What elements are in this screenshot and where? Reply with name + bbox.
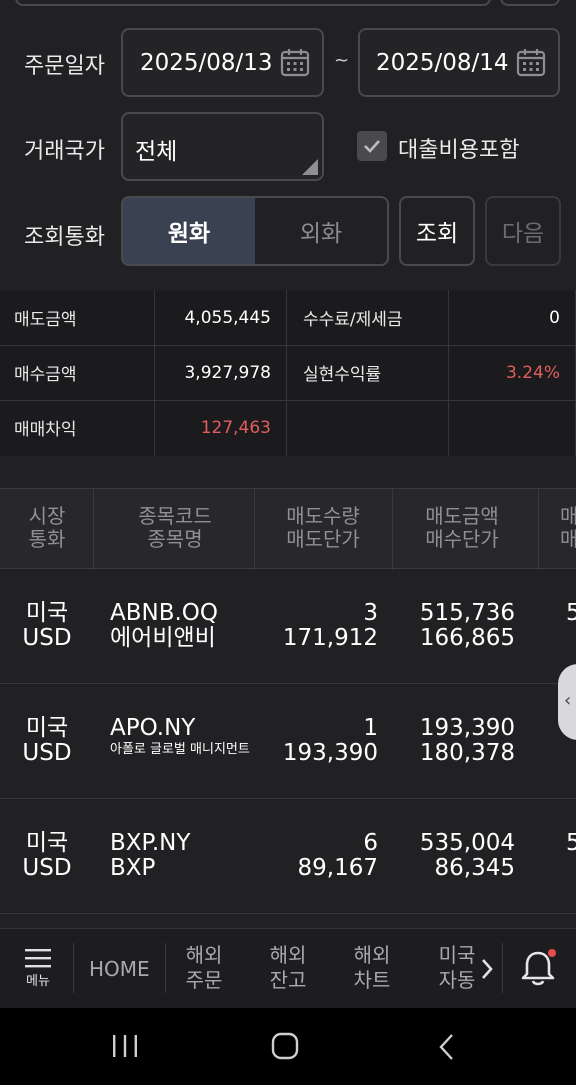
bottom-nav: 메뉴 HOME 해외 주문 해외 잔고 해외 차트 미국 자동 <box>0 928 576 1008</box>
top-partial-controls <box>0 0 576 10</box>
dropdown-corner-icon <box>302 159 318 175</box>
partial-button[interactable] <box>500 0 560 6</box>
recent-apps-icon[interactable] <box>110 1034 140 1058</box>
partial-field[interactable] <box>15 0 491 6</box>
summary-grid: 매도금액 4,055,445 수수료/제세금 0 매수금액 3,927,978 … <box>0 290 576 456</box>
country-select[interactable]: 전체 <box>121 112 324 181</box>
menu-button[interactable]: 메뉴 <box>22 947 54 989</box>
amount-buyprice-cell: 535,004 86,345 <box>419 830 515 881</box>
date-from-value: 2025/08/13 <box>140 49 273 76</box>
date-to-field[interactable]: 2025/08/14 <box>358 28 560 97</box>
currency-label: 조회통화 <box>24 225 105 250</box>
home-link[interactable]: HOME <box>89 957 150 982</box>
col-market-currency: 시장 통화 <box>28 504 66 551</box>
realized-rate-label: 실현수익률 <box>303 365 382 385</box>
sell-amount-value: 4,055,445 <box>184 307 271 328</box>
date-separator: ~ <box>334 50 350 71</box>
amount-buyprice-cell: 515,736 166,865 <box>419 600 515 651</box>
side-drawer-handle[interactable]: ‹ <box>558 664 576 740</box>
table-row[interactable]: 미국 USD BXP.NY BXP 6 89,167 535,004 86,345 5 <box>0 799 576 914</box>
next-button[interactable]: 다음 <box>485 196 561 266</box>
market-cell: 미국 USD <box>22 830 72 881</box>
notification-dot <box>548 949 556 957</box>
qty-price-cell: 3 171,912 <box>282 600 378 651</box>
col-truncated: 매매 <box>560 504 576 551</box>
nav-us-auto[interactable]: 미국 자동 <box>435 943 479 993</box>
qty-price-cell: 6 89,167 <box>297 830 378 881</box>
fee-tax-label: 수수료/제세금 <box>303 310 403 330</box>
nav-overseas-chart[interactable]: 해외 차트 <box>350 943 394 993</box>
table-row[interactable]: 미국 USD APO.NY 아폴로 글로벌 매니지먼트 1 193,390 193,3… <box>0 684 576 799</box>
nav-overseas-balance[interactable]: 해외 잔고 <box>266 943 310 993</box>
col-code-name: 종목코드 종목명 <box>138 504 212 551</box>
system-nav-bar <box>0 1008 576 1085</box>
search-button[interactable]: 조회 <box>399 196 475 266</box>
calendar-icon[interactable] <box>516 47 546 77</box>
date-to-value: 2025/08/14 <box>376 49 509 76</box>
market-cell: 미국 USD <box>22 600 72 651</box>
qty-price-cell: 1 193,390 <box>282 715 378 766</box>
bell-icon[interactable] <box>518 947 558 989</box>
country-label: 거래국가 <box>24 139 105 164</box>
fee-tax-value: 0 <box>549 307 560 328</box>
loan-fee-label[interactable]: 대출비용포함 <box>398 132 519 164</box>
date-from-field[interactable]: 2025/08/13 <box>121 28 324 97</box>
back-icon[interactable] <box>436 1032 458 1062</box>
home-system-icon[interactable] <box>270 1031 300 1061</box>
nav-overseas-order[interactable]: 해외 주문 <box>182 943 226 993</box>
truncated-cell: 5 <box>566 830 576 856</box>
symbol-cell: APO.NY 아폴로 글로벌 매니지먼트 <box>110 715 250 757</box>
buy-amount-value: 3,927,978 <box>184 362 271 383</box>
country-value: 전체 <box>135 139 178 165</box>
loan-fee-checkbox[interactable] <box>357 131 387 161</box>
currency-foreign-tab[interactable]: 외화 <box>255 198 387 264</box>
currency-krw-tab[interactable]: 원화 <box>123 198 255 264</box>
truncated-cell: 5 <box>566 600 576 626</box>
buy-amount-label: 매수금액 <box>14 365 77 385</box>
realized-rate-value: 3.24% <box>505 362 560 383</box>
trade-profit-label: 매매차익 <box>14 420 77 440</box>
currency-segment: 원화 외화 <box>121 196 389 266</box>
chevron-left-icon: ‹ <box>564 690 572 711</box>
date-label: 주문일자 <box>24 54 105 79</box>
sell-amount-label: 매도금액 <box>14 310 77 330</box>
col-sell-qty-price: 매도수량 매도단가 <box>286 504 360 551</box>
chevron-right-icon[interactable] <box>479 957 495 981</box>
trade-profit-value: 127,463 <box>200 417 271 438</box>
market-cell: 미국 USD <box>22 715 72 766</box>
col-sell-amount-buy-price: 매도금액 매수단가 <box>425 504 499 551</box>
table-row[interactable]: 미국 USD ABNB.OQ 에어비앤비 3 171,912 515,736 166,8… <box>0 569 576 684</box>
hamburger-icon <box>25 949 51 968</box>
calendar-icon[interactable] <box>280 47 310 77</box>
symbol-cell: BXP.NY BXP <box>110 830 191 881</box>
menu-label: 메뉴 <box>26 974 50 989</box>
check-icon <box>364 140 380 153</box>
table-header: 시장 통화 종목코드 종목명 매도수량 매도단가 매도금액 매수단가 매매 <box>0 488 576 570</box>
symbol-cell: ABNB.OQ 에어비앤비 <box>110 600 219 651</box>
amount-buyprice-cell: 193,390 180,378 <box>419 715 515 766</box>
